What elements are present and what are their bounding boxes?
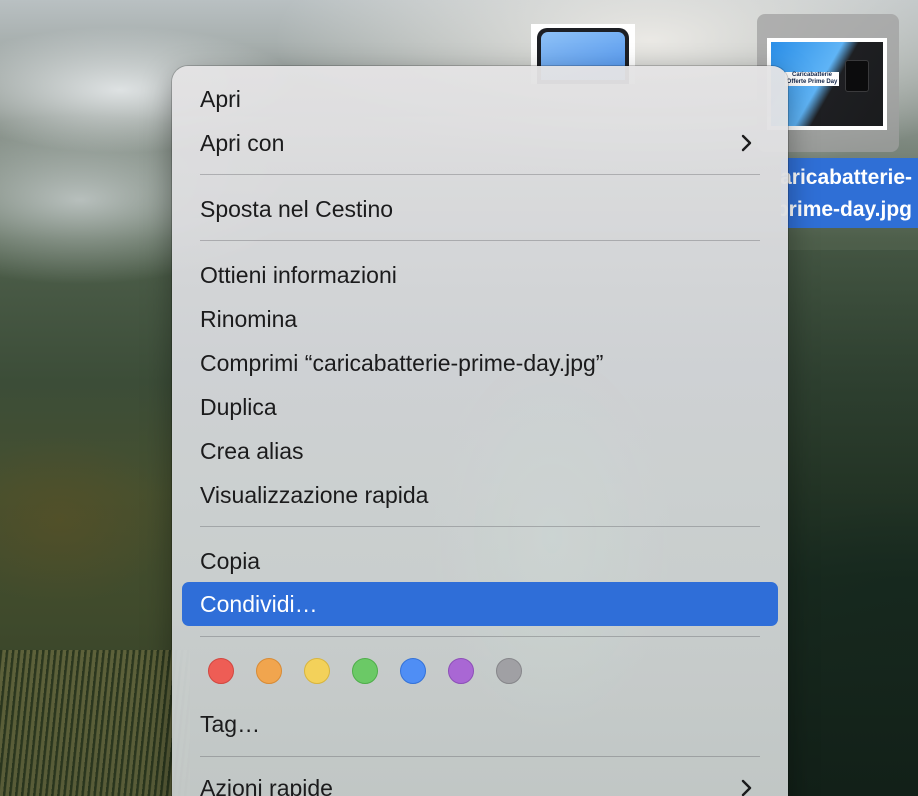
tag-color-yellow[interactable] <box>304 658 330 684</box>
menu-item-label: Visualizzazione rapida <box>200 482 429 508</box>
tag-color-purple[interactable] <box>448 658 474 684</box>
menu-item-move-to-trash[interactable]: Sposta nel Cestino <box>182 187 778 231</box>
desktop: Caricabatterie Offerte Prime Day caricab… <box>0 0 918 796</box>
chevron-right-icon <box>741 779 752 796</box>
menu-item-share[interactable]: Condividi… <box>182 582 778 626</box>
tag-color-red[interactable] <box>208 658 234 684</box>
menu-item-label: Comprimi “caricabatterie-prime-day.jpg” <box>200 350 604 376</box>
menu-item-quick-actions[interactable]: Azioni rapide <box>182 766 778 796</box>
menu-separator <box>200 636 760 637</box>
menu-separator <box>200 756 760 757</box>
context-menu: Apri Apri con Sposta nel Cestino Ottieni… <box>172 66 788 796</box>
menu-item-copy[interactable]: Copia <box>182 539 778 583</box>
file-name-label[interactable]: caricabatterie- prime-day.jpg <box>781 158 918 228</box>
file-name-line-1: caricabatterie- <box>781 166 912 189</box>
menu-item-make-alias[interactable]: Crea alias <box>182 429 778 473</box>
thumbnail-banner: Caricabatterie Offerte Prime Day <box>785 72 839 86</box>
menu-item-label: Apri <box>200 86 241 112</box>
tag-color-green[interactable] <box>352 658 378 684</box>
menu-item-label: Tag… <box>200 711 261 737</box>
menu-item-label: Apri con <box>200 130 285 156</box>
wallpaper-vineyard <box>0 650 190 796</box>
menu-item-quick-look[interactable]: Visualizzazione rapida <box>182 473 778 517</box>
menu-item-label: Crea alias <box>200 438 304 464</box>
menu-item-rename[interactable]: Rinomina <box>182 297 778 341</box>
menu-item-label: Copia <box>200 548 261 574</box>
menu-item-open[interactable]: Apri <box>182 77 778 121</box>
tag-color-row <box>208 658 548 686</box>
menu-item-open-with[interactable]: Apri con <box>182 121 778 165</box>
file-name-line-2: prime-day.jpg <box>781 198 912 221</box>
menu-item-label: Rinomina <box>200 306 298 332</box>
tag-color-gray[interactable] <box>496 658 522 684</box>
menu-separator <box>200 240 760 241</box>
tag-color-blue[interactable] <box>400 658 426 684</box>
wallpaper-forest <box>780 250 918 796</box>
menu-item-label: Condividi… <box>200 591 318 617</box>
menu-item-compress[interactable]: Comprimi “caricabatterie-prime-day.jpg” <box>182 341 778 385</box>
menu-item-tags[interactable]: Tag… <box>182 702 778 746</box>
menu-item-label: Azioni rapide <box>200 775 333 796</box>
menu-item-get-info[interactable]: Ottieni informazioni <box>182 253 778 297</box>
menu-item-label: Duplica <box>200 394 277 420</box>
charger-image <box>845 60 869 92</box>
menu-item-duplicate[interactable]: Duplica <box>182 385 778 429</box>
menu-item-label: Sposta nel Cestino <box>200 196 394 222</box>
tag-color-orange[interactable] <box>256 658 282 684</box>
menu-item-label: Ottieni informazioni <box>200 262 397 288</box>
menu-separator <box>200 526 760 527</box>
chevron-right-icon <box>741 134 752 152</box>
menu-separator <box>200 174 760 175</box>
